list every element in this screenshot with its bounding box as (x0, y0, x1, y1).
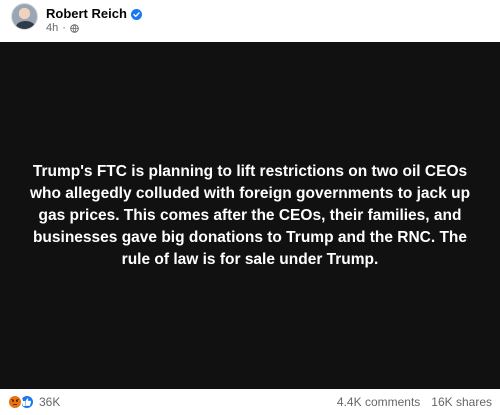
reaction-summary[interactable]: 36K (7, 394, 60, 410)
verified-badge-icon (130, 8, 142, 20)
post-time[interactable]: 4h (46, 22, 58, 34)
post-image[interactable]: Trump's FTC is planning to lift restrict… (0, 42, 500, 389)
author-name[interactable]: Robert Reich (46, 6, 127, 22)
globe-icon (70, 23, 79, 33)
engagement-bar: 36K 4.4K comments 16K shares (0, 389, 500, 415)
angry-reaction-icon (7, 394, 23, 410)
author-row: Robert Reich (46, 6, 142, 22)
post-header: Robert Reich 4h · (0, 0, 500, 42)
avatar-portrait-shape (16, 21, 35, 29)
engagement-stats: 4.4K comments 16K shares (337, 395, 492, 409)
meta-separator: · (62, 22, 66, 34)
comments-count[interactable]: 4.4K comments (337, 395, 420, 409)
post-meta: 4h · (46, 22, 79, 34)
avatar[interactable] (11, 3, 38, 30)
reaction-count: 36K (39, 395, 61, 409)
shares-count[interactable]: 16K shares (431, 395, 492, 409)
post-image-text: Trump's FTC is planning to lift restrict… (29, 162, 471, 268)
